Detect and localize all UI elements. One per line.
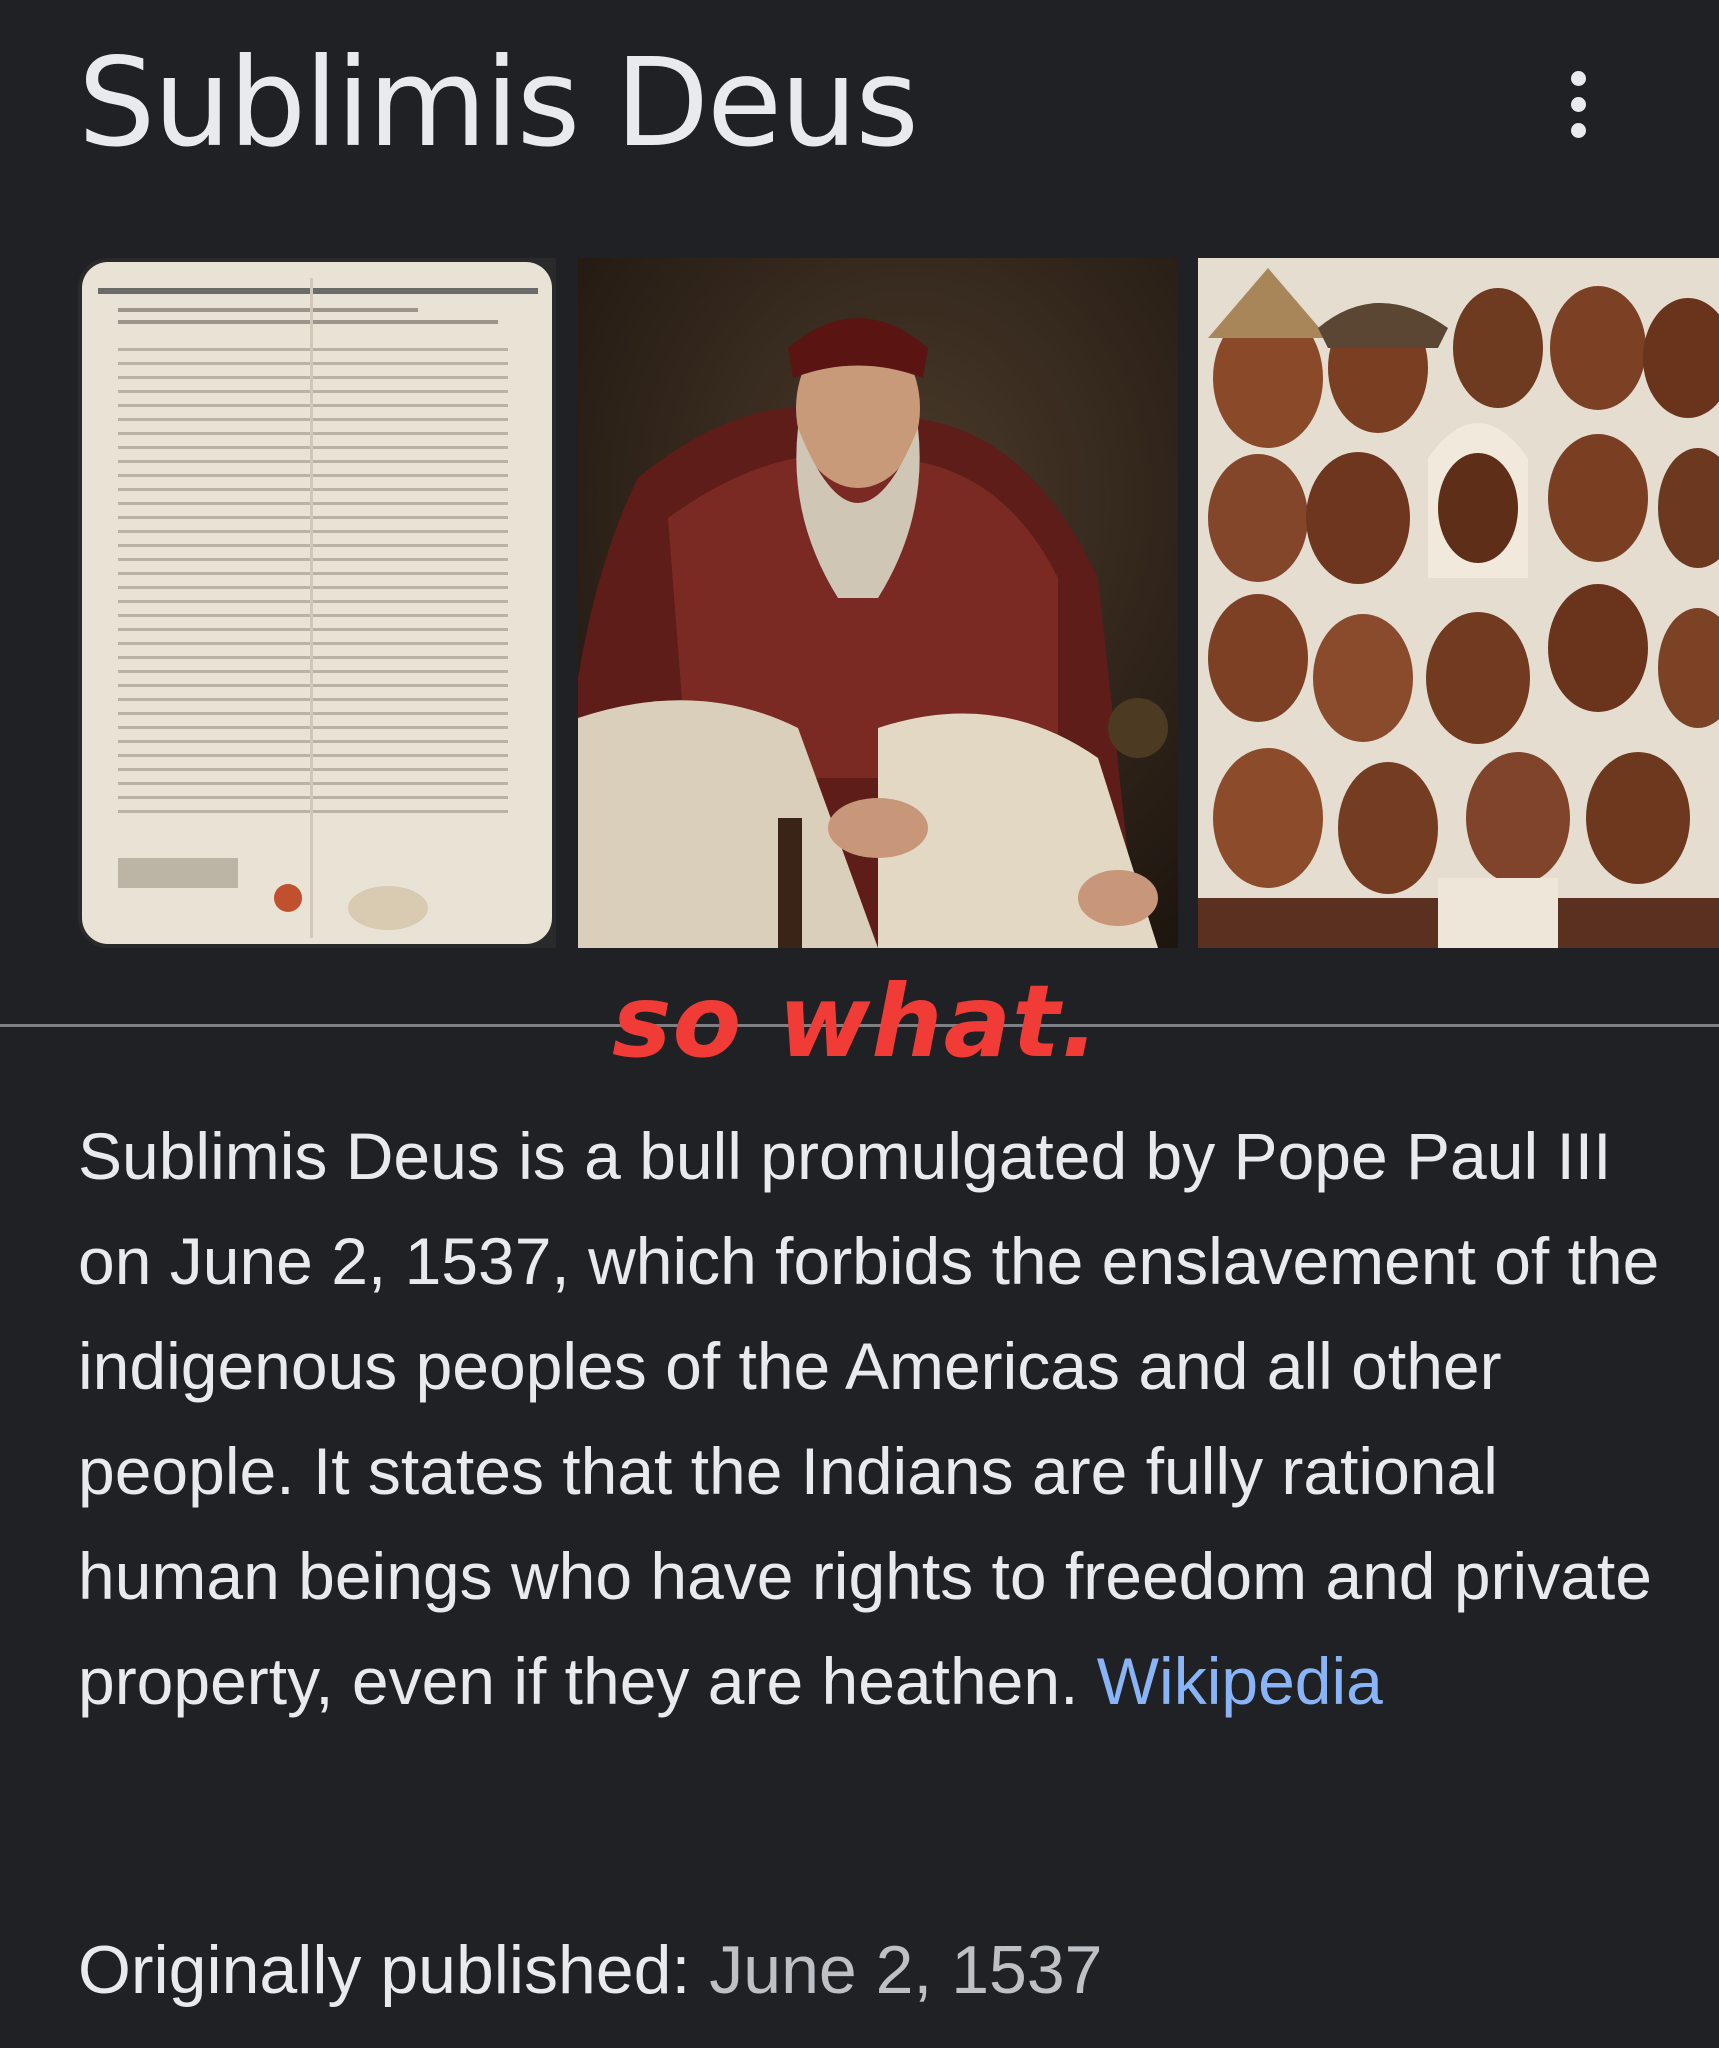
wikipedia-link[interactable]: Wikipedia (1097, 1644, 1383, 1718)
portrait-image[interactable] (578, 258, 1178, 948)
people-image[interactable] (1198, 258, 1719, 948)
image-strip (78, 258, 1719, 948)
published-label: Originally published: (78, 1932, 691, 2008)
description: Sublimis Deus is a bull promulgated by P… (78, 1104, 1678, 1734)
more-dot (1570, 96, 1586, 112)
description-text: Sublimis Deus is a bull promulgated by P… (78, 1119, 1660, 1718)
published-fact: Originally published: June 2, 1537 (78, 1920, 1102, 2020)
document-image[interactable] (78, 258, 556, 948)
more-vert-icon[interactable] (1548, 64, 1608, 144)
more-dot (1570, 122, 1586, 138)
panel-title: Sublimis Deus (78, 32, 919, 174)
more-dot (1570, 70, 1586, 86)
published-value: June 2, 1537 (709, 1932, 1103, 2008)
overlay-caption: so what. (612, 963, 1100, 1080)
